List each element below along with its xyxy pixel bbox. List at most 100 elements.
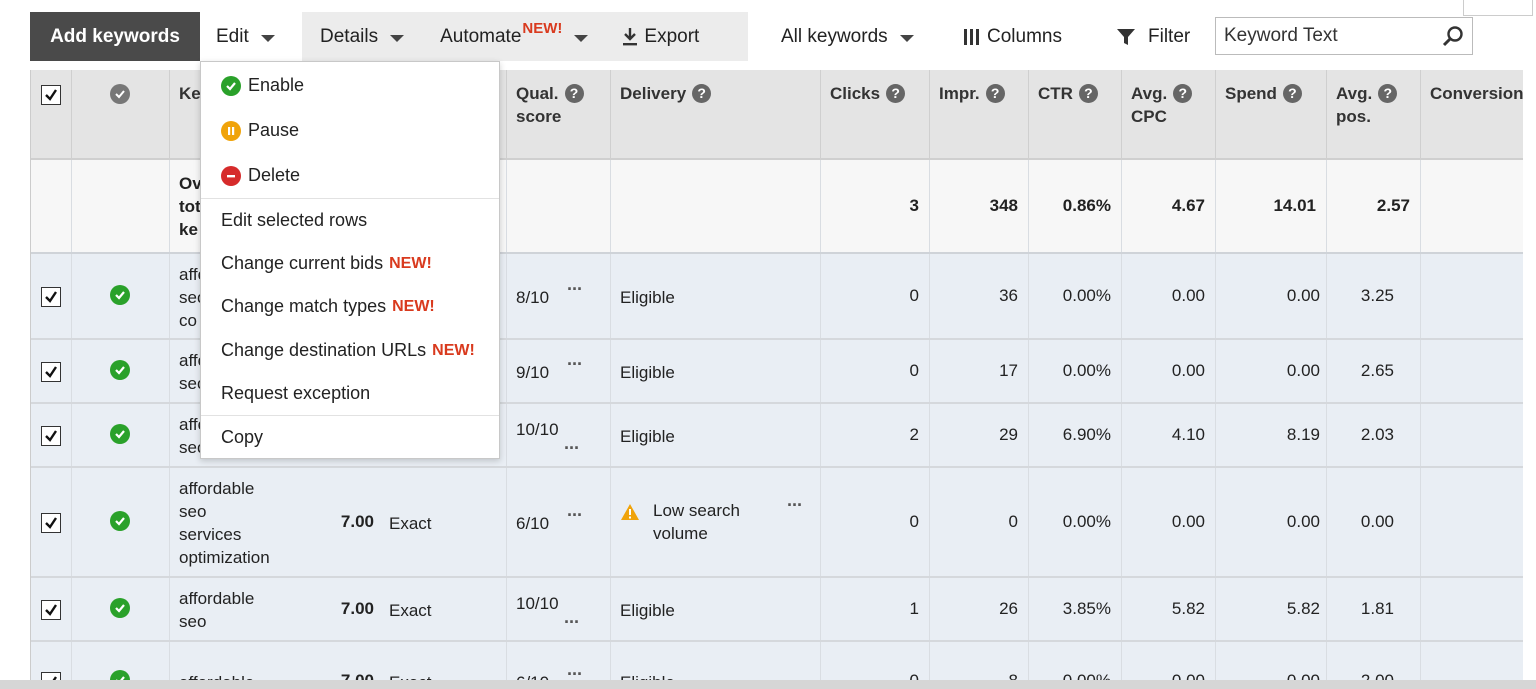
help-icon[interactable]: ? [1378, 84, 1398, 103]
delivery-line1: Low search [653, 501, 740, 520]
help-icon[interactable]: ? [692, 84, 712, 103]
menu-change-destination-urls[interactable]: Change destination URLs NEW! [221, 340, 475, 361]
more-options-icon[interactable]: ··· [567, 279, 583, 300]
row-checkbox[interactable] [41, 600, 61, 620]
totals-label-line3: ke [179, 220, 198, 239]
more-options-icon[interactable]: ··· [564, 438, 580, 459]
avg-cpc-header-line1: Avg. [1131, 84, 1168, 103]
menu-delete-label: Delete [248, 165, 301, 185]
table-row[interactable]: affordable seo 7.00 Exact 10/10 ··· Eligible 1 2… [31, 578, 1536, 642]
table-row[interactable]: affordable seo services optimization 7.00 Exa… [31, 468, 1536, 578]
details-menu-button[interactable]: Details [302, 12, 420, 61]
totals-label-line1: Ov [179, 174, 202, 193]
filter-button[interactable]: Filter [1116, 12, 1190, 61]
avg-cpc-column-header[interactable]: Avg.? CPC [1131, 82, 1193, 128]
row-checkbox[interactable] [41, 426, 61, 446]
spend-column-header[interactable]: Spend? [1225, 82, 1302, 105]
enabled-status-icon[interactable] [110, 598, 130, 618]
totals-label-line2: tot [179, 197, 201, 216]
delivery-status: Eligible [620, 427, 675, 446]
more-options-icon[interactable]: ··· [567, 354, 583, 375]
clicks-value: 2 [909, 425, 919, 444]
more-options-icon[interactable]: ··· [787, 495, 803, 516]
menu-change-match-label: Change match types [221, 296, 387, 316]
ctr-value: 6.90% [1062, 425, 1111, 444]
horizontal-scrollbar[interactable] [0, 680, 1536, 689]
menu-pause[interactable]: Pause [221, 120, 299, 141]
row-checkbox[interactable] [41, 672, 61, 680]
menu-edit-selected-rows[interactable]: Edit selected rows [221, 210, 367, 231]
bid-value[interactable]: 7.00 [341, 599, 374, 619]
keyword-text[interactable]: affordable [179, 671, 254, 681]
menu-edit-rows-label: Edit selected rows [221, 210, 368, 230]
bid-value[interactable]: 7.00 [341, 671, 374, 680]
spend-value: 0.00 [1286, 512, 1320, 531]
help-icon[interactable]: ? [564, 84, 584, 103]
automate-menu-button[interactable]: Automate NEW! [420, 12, 604, 61]
spend-header-label: Spend [1225, 84, 1277, 103]
help-icon[interactable]: ? [1282, 84, 1302, 103]
keyword-column-header[interactable]: Ke [179, 82, 201, 105]
select-all-checkbox[interactable] [41, 85, 61, 105]
avg-cpc-value: 0.00 [1171, 512, 1205, 531]
help-icon[interactable]: ? [1078, 84, 1098, 103]
menu-request-exception[interactable]: Request exception [221, 383, 370, 404]
menu-change-current-bids[interactable]: Change current bids NEW! [221, 253, 432, 274]
keyword-text[interactable]: affordable seo [179, 587, 254, 633]
enabled-status-icon[interactable] [110, 424, 130, 444]
columns-icon [964, 28, 979, 45]
spend-value: 5.82 [1286, 599, 1320, 618]
delivery-header-label: Delivery [620, 84, 687, 103]
clicks-header-label: Clicks [830, 84, 881, 103]
clicks-column-header[interactable]: Clicks? [830, 82, 906, 105]
bid-value[interactable]: 7.00 [341, 512, 374, 532]
enabled-status-icon[interactable] [110, 670, 130, 680]
enabled-status-icon[interactable] [110, 511, 130, 531]
toolbar: Add keywords Edit Details Automate NEW! [30, 12, 748, 61]
row-checkbox[interactable] [41, 513, 61, 533]
search-icon[interactable] [1442, 25, 1464, 47]
table-row[interactable]: affordable 7.00 Exact 6/10 ··· Eligible 0 8 0.00… [31, 642, 1536, 680]
row-checkbox[interactable] [41, 362, 61, 382]
keyword-text-line: affordable [179, 589, 255, 608]
add-keywords-button[interactable]: Add keywords [30, 12, 200, 61]
enabled-status-icon[interactable] [110, 285, 130, 305]
more-options-icon[interactable]: ··· [567, 505, 583, 526]
menu-delete[interactable]: Delete [221, 165, 300, 186]
totals-clicks: 3 [909, 196, 919, 215]
help-icon[interactable]: ? [1173, 84, 1193, 103]
automate-label: Automate [440, 25, 522, 47]
spend-value: 0.00 [1287, 671, 1320, 680]
delivery-column-header[interactable]: Delivery? [620, 82, 712, 105]
avg-pos-header-line2: pos. [1336, 107, 1371, 126]
ctr-column-header[interactable]: CTR? [1038, 82, 1098, 105]
conversions-column-header[interactable]: Conversion [1430, 82, 1524, 105]
impr-column-header[interactable]: Impr.? [939, 82, 1005, 105]
menu-copy[interactable]: Copy [221, 427, 263, 448]
all-keywords-dropdown[interactable]: All keywords [781, 12, 914, 61]
keyword-text-line: optimization [179, 548, 270, 567]
impr-value: 36 [999, 286, 1018, 305]
avg-pos-value: 2.00 [1361, 671, 1394, 680]
keyword-search-input[interactable]: Keyword Text [1215, 17, 1473, 55]
export-button[interactable]: Export [604, 12, 715, 61]
more-options-icon[interactable]: ··· [564, 612, 580, 633]
checkmark-icon [45, 430, 57, 442]
edit-menu-button[interactable]: Edit [200, 12, 302, 61]
columns-button[interactable]: Columns [963, 12, 1062, 61]
menu-enable[interactable]: Enable [221, 75, 304, 96]
help-icon[interactable]: ? [886, 84, 906, 103]
edit-label: Edit [216, 25, 249, 47]
enabled-status-icon[interactable] [110, 360, 130, 380]
menu-change-match-types[interactable]: Change match types NEW! [221, 296, 435, 317]
quality-score: 10/10 [516, 594, 559, 613]
row-checkbox[interactable] [41, 287, 61, 307]
avg-pos-value: 1.81 [1360, 599, 1394, 618]
vertical-scrollbar[interactable] [1523, 20, 1536, 680]
more-options-icon[interactable]: ··· [567, 664, 583, 680]
ctr-value: 0.00% [1063, 671, 1111, 680]
help-icon[interactable]: ? [985, 84, 1005, 103]
qual-score-column-header[interactable]: Qual.? score [516, 82, 584, 128]
avg-pos-column-header[interactable]: Avg.? pos. [1336, 82, 1398, 128]
keyword-text[interactable]: affordable seo services optimization [179, 477, 270, 569]
